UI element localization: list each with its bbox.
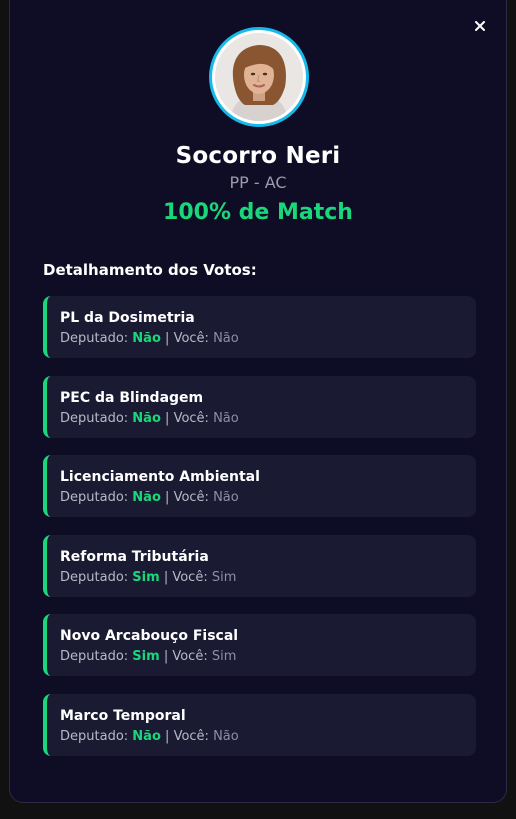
- deputy-vote: Não: [132, 410, 161, 426]
- vote-detail: Deputado: Não | Você: Não: [60, 330, 476, 347]
- deputy-vote: Não: [132, 331, 161, 346]
- deputy-vote: Não: [132, 728, 161, 744]
- vote-detail: Deputado: Sim | Você: Sim: [60, 569, 476, 586]
- separator: |: [165, 410, 170, 426]
- vote-title: PEC da Blindagem: [60, 389, 204, 406]
- you-label: Você:: [172, 569, 208, 585]
- vote-title: Marco Temporal: [60, 707, 186, 724]
- politician-modal: Socorro Neri PP - AC 100% de Match Detal…: [9, 0, 507, 803]
- vote-list: PL da Dosimetria Deputado: Não | Você: N…: [43, 296, 476, 773]
- deputy-vote: Não: [132, 490, 161, 505]
- close-button[interactable]: [469, 15, 491, 37]
- separator: |: [165, 331, 170, 346]
- vote-card: Licenciamento Ambiental Deputado: Não | …: [43, 455, 476, 517]
- deputy-label: Deputado:: [60, 331, 129, 346]
- separator: |: [163, 569, 169, 585]
- politician-name: Socorro Neri: [175, 143, 341, 169]
- vote-title: Reforma Tributária: [60, 548, 209, 565]
- you-vote: Não: [213, 331, 239, 346]
- deputy-vote: Sim: [132, 569, 160, 585]
- party-state: PP - AC: [229, 173, 287, 192]
- vote-card: Reforma Tributária Deputado: Sim | Você:…: [43, 534, 476, 597]
- separator: |: [165, 490, 170, 505]
- you-label: Você:: [173, 331, 209, 346]
- separator: |: [163, 649, 169, 664]
- deputy-label: Deputado:: [60, 569, 129, 585]
- deputy-label: Deputado:: [60, 649, 129, 664]
- avatar-photo: [215, 33, 303, 121]
- deputy-label: Deputado:: [60, 728, 129, 744]
- deputy-label: Deputado:: [60, 410, 129, 426]
- deputy-vote: Sim: [132, 649, 160, 664]
- vote-card: Marco Temporal Deputado: Não | Você: Não: [43, 693, 476, 756]
- vote-detail: Deputado: Não | Você: Não: [60, 410, 476, 427]
- vote-detail: Deputado: Sim | Você: Sim: [60, 648, 476, 665]
- section-title: Detalhamento dos Votos:: [43, 261, 257, 279]
- you-label: Você:: [173, 490, 209, 505]
- you-label: Você:: [173, 728, 209, 744]
- match-score: 100% de Match: [163, 200, 353, 225]
- you-vote: Não: [213, 490, 239, 505]
- vote-title: Novo Arcabouço Fiscal: [60, 628, 239, 644]
- avatar: [209, 27, 309, 127]
- you-label: Você:: [173, 410, 209, 426]
- vote-detail: Deputado: Não | Você: Não: [60, 489, 476, 506]
- vote-title: Licenciamento Ambiental: [60, 469, 260, 485]
- vote-card: PL da Dosimetria Deputado: Não | Você: N…: [43, 296, 476, 358]
- vote-card: PEC da Blindagem Deputado: Não | Você: N…: [43, 375, 476, 438]
- you-vote: Sim: [211, 569, 237, 585]
- deputy-label: Deputado:: [60, 490, 129, 505]
- you-vote: Não: [213, 410, 239, 426]
- vote-detail: Deputado: Não | Você: Não: [60, 728, 476, 745]
- close-icon[interactable]: [475, 21, 485, 31]
- vote-card: Novo Arcabouço Fiscal Deputado: Sim | Vo…: [43, 614, 476, 676]
- you-vote: Sim: [211, 649, 237, 664]
- you-label: Você:: [172, 649, 208, 664]
- separator: |: [165, 728, 170, 744]
- you-vote: Não: [213, 728, 239, 744]
- vote-title: PL da Dosimetria: [60, 310, 195, 326]
